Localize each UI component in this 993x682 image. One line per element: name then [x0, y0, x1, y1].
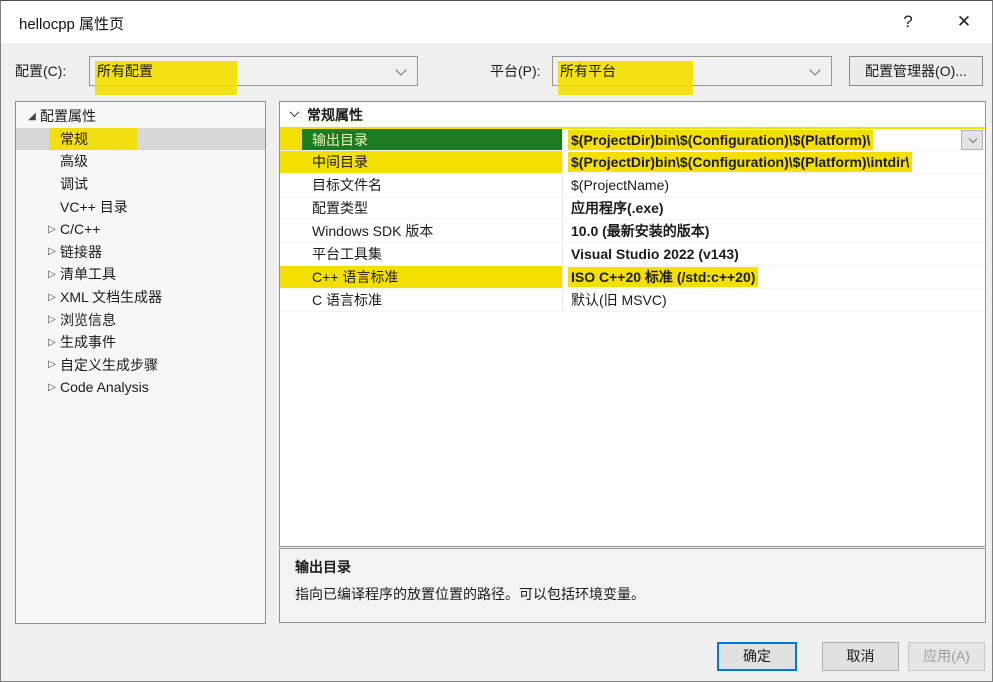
- tree-collapsed-icon[interactable]: ▷: [44, 292, 60, 303]
- window-title: hellocpp 属性页: [19, 16, 125, 33]
- tree-collapsed-icon[interactable]: ▷: [44, 337, 60, 348]
- configuration-manager-button[interactable]: 配置管理器(O)...: [849, 56, 983, 86]
- help-icon[interactable]: ?: [889, 7, 927, 37]
- highlight-mark: [280, 266, 302, 288]
- property-name[interactable]: 配置类型: [302, 197, 562, 219]
- property-value-cell[interactable]: 默认(旧 MSVC): [562, 289, 985, 311]
- platform-label: 平台(P):: [490, 63, 541, 79]
- chevron-down-icon: [395, 64, 407, 76]
- chevron-down-icon: [809, 64, 821, 76]
- highlight-mark: [280, 129, 302, 150]
- property-value: $(ProjectDir)bin\$(Configuration)\$(Plat…: [568, 130, 874, 150]
- configuration-value: 所有配置: [97, 63, 153, 79]
- grid-row-cpp-language-standard: C++ 语言标准 ISO C++20 标准 (/std:c++20): [280, 266, 985, 289]
- tree-expanded-icon[interactable]: ◢: [24, 111, 40, 122]
- platform-value: 所有平台: [560, 63, 616, 79]
- tree-collapsed-icon[interactable]: ▷: [44, 269, 60, 280]
- tree-item-manifest-tool[interactable]: ▷ 清单工具: [16, 263, 265, 286]
- grid-row-c-language-standard: C 语言标准 默认(旧 MSVC): [280, 289, 985, 312]
- property-tree: ◢ 配置属性 常规 高级 调试 VC++ 目录 ▷ C/C++ ▷ 链接器 ▷ …: [15, 101, 266, 624]
- close-icon[interactable]: ✕: [945, 7, 983, 37]
- tree-item-build-events[interactable]: ▷ 生成事件: [16, 331, 265, 354]
- property-value-cell[interactable]: ISO C++20 标准 (/std:c++20): [562, 266, 985, 288]
- property-value: 10.0 (最新安装的版本): [571, 223, 710, 239]
- title-bar: hellocpp 属性页 ? ✕: [1, 1, 992, 43]
- tree-item-advanced[interactable]: 高级: [16, 150, 265, 173]
- highlight-mark: [280, 151, 302, 173]
- grid-row-intermediate-directory: 中间目录 $(ProjectDir)bin\$(Configuration)\$…: [280, 151, 985, 174]
- property-value-cell[interactable]: Visual Studio 2022 (v143): [562, 243, 985, 265]
- cancel-button[interactable]: 取消: [822, 642, 899, 671]
- property-name[interactable]: C 语言标准: [302, 289, 562, 311]
- property-value: ISO C++20 标准 (/std:c++20): [568, 267, 759, 287]
- property-value-cell[interactable]: $(ProjectDir)bin\$(Configuration)\$(Plat…: [562, 129, 985, 150]
- tree-item-c-cpp[interactable]: ▷ C/C++: [16, 218, 265, 241]
- description-text: 指向已编译程序的放置位置的路径。可以包括环境变量。: [295, 586, 645, 602]
- platform-dropdown[interactable]: 所有平台: [552, 56, 832, 95]
- ok-button[interactable]: 确定: [717, 642, 797, 671]
- grid-row-output-directory: 输出目录 $(ProjectDir)bin\$(Configuration)\$…: [280, 127, 985, 151]
- configuration-dropdown[interactable]: 所有配置: [89, 56, 418, 95]
- tree-item-xml-doc-generator[interactable]: ▷ XML 文档生成器: [16, 286, 265, 309]
- grid-section-header[interactable]: 常规属性: [280, 102, 985, 127]
- tree-item-code-analysis[interactable]: ▷ Code Analysis: [16, 376, 265, 399]
- property-value-cell[interactable]: 应用程序(.exe): [562, 197, 985, 219]
- tree-item-browse-information[interactable]: ▷ 浏览信息: [16, 308, 265, 331]
- tree-item-vcpp-directories[interactable]: VC++ 目录: [16, 195, 265, 218]
- tree-collapsed-icon[interactable]: ▷: [44, 359, 60, 370]
- grid-row-platform-toolset: 平台工具集 Visual Studio 2022 (v143): [280, 243, 985, 266]
- property-value-cell[interactable]: 10.0 (最新安装的版本): [562, 220, 985, 242]
- property-value-cell[interactable]: $(ProjectDir)bin\$(Configuration)\$(Plat…: [562, 151, 985, 173]
- property-name[interactable]: 中间目录: [302, 151, 562, 173]
- property-name[interactable]: 平台工具集: [302, 243, 562, 265]
- tree-item-debugging[interactable]: 调试: [16, 173, 265, 196]
- tree-item-configuration-properties[interactable]: ◢ 配置属性: [16, 105, 265, 128]
- property-value: 默认(旧 MSVC): [571, 292, 667, 308]
- property-name[interactable]: 目标文件名: [302, 174, 562, 196]
- apply-button: 应用(A): [908, 642, 985, 671]
- property-grid: 常规属性 输出目录 $(ProjectDir)bin\$(Configurati…: [279, 101, 986, 547]
- grid-row-windows-sdk-version: Windows SDK 版本 10.0 (最新安装的版本): [280, 220, 985, 243]
- tree-item-general[interactable]: 常规: [16, 127, 265, 151]
- configuration-label: 配置(C):: [15, 63, 67, 79]
- chevron-down-icon: [968, 134, 978, 144]
- chevron-down-icon: [289, 106, 300, 117]
- tree-collapsed-icon[interactable]: ▷: [44, 246, 60, 257]
- description-title: 输出目录: [295, 559, 351, 575]
- property-value: Visual Studio 2022 (v143): [571, 246, 739, 262]
- tree-item-linker[interactable]: ▷ 链接器: [16, 241, 265, 264]
- property-value: $(ProjectName): [571, 177, 670, 193]
- property-name[interactable]: 输出目录: [302, 129, 562, 150]
- property-name[interactable]: Windows SDK 版本: [302, 220, 562, 242]
- tree-item-custom-build-step[interactable]: ▷ 自定义生成步骤: [16, 354, 265, 377]
- grid-row-target-name: 目标文件名 $(ProjectName): [280, 174, 985, 197]
- tree-collapsed-icon[interactable]: ▷: [44, 314, 60, 325]
- property-pages-dialog: { "window": { "title": "hellocpp 属性页" },…: [0, 0, 993, 682]
- property-value-cell[interactable]: $(ProjectName): [562, 174, 985, 196]
- grid-row-configuration-type: 配置类型 应用程序(.exe): [280, 197, 985, 220]
- property-name[interactable]: C++ 语言标准: [302, 266, 562, 288]
- property-value: $(ProjectDir)bin\$(Configuration)\$(Plat…: [568, 152, 913, 172]
- description-panel: 输出目录 指向已编译程序的放置位置的路径。可以包括环境变量。: [279, 548, 986, 623]
- value-dropdown-button[interactable]: [961, 130, 983, 150]
- tree-collapsed-icon[interactable]: ▷: [44, 224, 60, 235]
- property-value: 应用程序(.exe): [571, 200, 664, 216]
- tree-collapsed-icon[interactable]: ▷: [44, 382, 60, 393]
